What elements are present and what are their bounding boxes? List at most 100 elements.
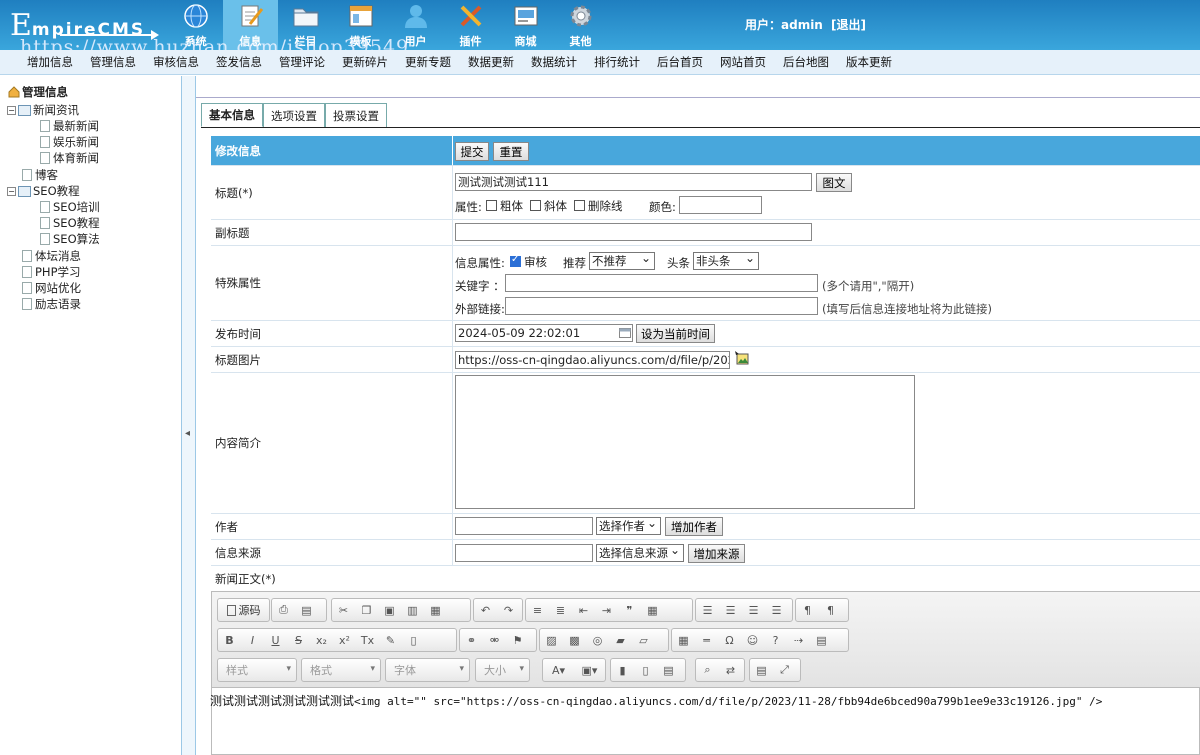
nav-plugin[interactable]: 插件 — [443, 0, 498, 50]
rtl-icon[interactable]: ¶ — [819, 599, 842, 621]
cut-icon[interactable]: ✂ — [332, 599, 355, 621]
anchor-icon[interactable]: ⚑ — [506, 629, 529, 651]
media-icon[interactable]: ◎ — [586, 629, 609, 651]
align-left-icon[interactable]: ☰ — [696, 599, 719, 621]
copy-icon[interactable]: ❐ — [355, 599, 378, 621]
color-input[interactable] — [679, 196, 762, 214]
strike-option[interactable]: 删除线 — [574, 198, 623, 214]
subnav-sign-info[interactable]: 签发信息 — [216, 54, 262, 70]
source-button[interactable]: 源码 — [218, 599, 269, 621]
size-combo[interactable]: 大小 — [475, 658, 530, 682]
audit-option[interactable]: 审核 — [510, 254, 547, 270]
underline-icon[interactable]: U — [264, 629, 287, 651]
subnav-manage-comment[interactable]: 管理评论 — [279, 54, 325, 70]
title-pic-input[interactable]: https://oss-cn-qingdao.aliyuncs.com/d/fi… — [455, 351, 730, 369]
doc-props-icon[interactable]: ▤ — [657, 659, 680, 681]
replace-icon[interactable]: ⇄ — [719, 659, 742, 681]
italic-checkbox[interactable] — [530, 200, 541, 211]
outdent-icon[interactable]: ⇤ — [572, 599, 595, 621]
find-icon[interactable]: ⌕ — [696, 659, 719, 681]
subnav-rank-stats[interactable]: 排行统计 — [594, 54, 640, 70]
template-icon[interactable]: ▤ — [810, 629, 833, 651]
reset-button[interactable]: 重置 — [493, 142, 529, 161]
format-combo[interactable]: 格式 — [301, 658, 381, 682]
remove-format-icon[interactable]: Tx — [356, 629, 379, 651]
bold-option[interactable]: 粗体 — [486, 198, 523, 214]
align-justify-icon[interactable]: ☰ — [765, 599, 788, 621]
brush-icon[interactable]: ✎ — [379, 629, 402, 651]
audit-checkbox[interactable] — [510, 254, 521, 267]
superscript-icon[interactable]: x² — [333, 629, 356, 651]
tree-item-seo-algorithm[interactable]: SEO算法 — [40, 231, 100, 247]
attachment-icon[interactable]: ▰ — [609, 629, 632, 651]
tree-item-php[interactable]: PHP学习 — [22, 264, 81, 280]
collapse-icon[interactable]: − — [7, 186, 16, 196]
title-image-button[interactable]: 图文 — [816, 173, 852, 192]
headline-select[interactable]: 非头条 — [693, 251, 759, 270]
paste-text-icon[interactable]: ▥ — [401, 599, 424, 621]
author-select[interactable]: 选择作者 — [596, 516, 661, 535]
title-input[interactable]: 测试测试测试111 — [455, 173, 812, 191]
link-icon[interactable]: ⚭ — [460, 629, 483, 651]
bold-checkbox[interactable] — [486, 200, 497, 211]
tree-item-optimize[interactable]: 网站优化 — [22, 280, 81, 296]
file-icon[interactable]: ▱ — [632, 629, 655, 651]
copy-format-icon[interactable]: ▯ — [402, 629, 425, 651]
blockquote-icon[interactable]: ❞ — [618, 599, 641, 621]
subnav-site-home[interactable]: 网站首页 — [720, 54, 766, 70]
preview-icon[interactable]: ⎙ — [272, 599, 295, 621]
italic-option[interactable]: 斜体 — [530, 198, 567, 214]
add-author-button[interactable]: 增加作者 — [665, 517, 723, 536]
tree-item-quotes[interactable]: 励志语录 — [22, 296, 81, 312]
tree-item-blog[interactable]: 博客 — [22, 167, 58, 183]
tree-item-ent-news[interactable]: 娱乐新闻 — [40, 134, 99, 150]
numbered-list-icon[interactable]: ≡ — [526, 599, 549, 621]
nav-other[interactable]: 其他 — [553, 0, 608, 50]
paste-icon[interactable]: ▣ — [378, 599, 401, 621]
align-center-icon[interactable]: ☰ — [719, 599, 742, 621]
source-select[interactable]: 选择信息来源 — [596, 543, 684, 562]
tab-basic-info[interactable]: 基本信息 — [201, 103, 263, 127]
subscript-icon[interactable]: x₂ — [310, 629, 333, 651]
omega-icon[interactable]: Ω — [718, 629, 741, 651]
div-container-icon[interactable]: ▦ — [641, 599, 664, 621]
text-color-icon[interactable]: A▾ — [543, 659, 574, 681]
subtitle-input[interactable] — [455, 223, 812, 241]
subnav-update-topic[interactable]: 更新专题 — [405, 54, 451, 70]
keyword-input[interactable] — [505, 274, 818, 292]
author-input[interactable] — [455, 517, 593, 535]
subnav-data-stats[interactable]: 数据统计 — [531, 54, 577, 70]
bold-icon[interactable]: B — [218, 629, 241, 651]
subnav-update-fragment[interactable]: 更新碎片 — [342, 54, 388, 70]
font-combo[interactable]: 字体 — [385, 658, 470, 682]
tree-item-seo[interactable]: − SEO教程 — [7, 183, 80, 199]
source-input[interactable] — [455, 544, 593, 562]
bullet-list-icon[interactable]: ≣ — [549, 599, 572, 621]
editor-content[interactable]: 测试测试测试测试测试测试<img alt="" src="https://oss… — [210, 692, 1102, 709]
subnav-manage-info[interactable]: 管理信息 — [90, 54, 136, 70]
strike-checkbox[interactable] — [574, 200, 585, 211]
image-icon[interactable]: ▨ — [540, 629, 563, 651]
intro-textarea[interactable] — [455, 375, 915, 509]
tree-item-news[interactable]: − 新闻资讯 — [7, 102, 79, 118]
show-blocks-icon[interactable]: ▮ — [611, 659, 634, 681]
align-right-icon[interactable]: ☰ — [742, 599, 765, 621]
print-icon[interactable]: ▤ — [295, 599, 318, 621]
collapse-arrow-icon[interactable]: ◂ — [185, 428, 190, 439]
nav-shop[interactable]: 商城 — [498, 0, 553, 50]
paste-word-icon[interactable]: ▦ — [424, 599, 447, 621]
external-link-input[interactable] — [505, 297, 818, 315]
redo-icon[interactable]: ↷ — [497, 599, 520, 621]
tab-vote[interactable]: 投票设置 — [325, 103, 387, 127]
collapse-icon[interactable]: − — [7, 105, 16, 115]
tree-item-sports[interactable]: 体坛消息 — [22, 248, 81, 264]
new-page-icon[interactable]: ▯ — [634, 659, 657, 681]
indent-icon[interactable]: ⇥ — [595, 599, 618, 621]
tab-options[interactable]: 选项设置 — [263, 103, 325, 127]
recommend-select[interactable]: 不推荐 — [589, 251, 655, 270]
select-all-icon[interactable]: ▤ — [750, 659, 773, 681]
add-source-button[interactable]: 增加来源 — [688, 544, 745, 563]
set-current-time-button[interactable]: 设为当前时间 — [636, 324, 715, 343]
subnav-add-info[interactable]: 增加信息 — [27, 54, 73, 70]
tree-item-seo-training[interactable]: SEO培训 — [40, 199, 100, 215]
